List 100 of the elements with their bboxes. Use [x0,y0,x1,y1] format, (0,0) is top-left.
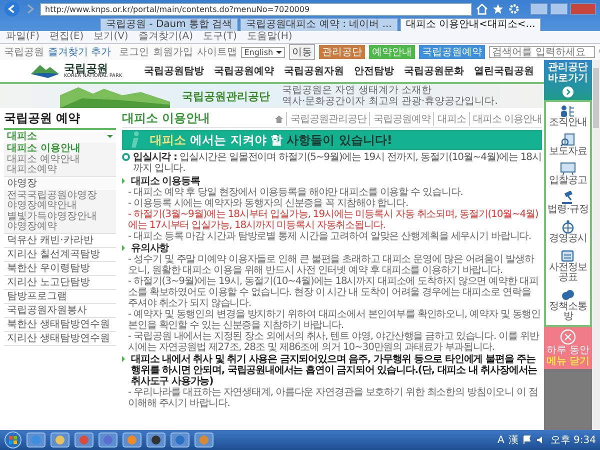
document-magnifier-icon[interactable] [560,133,576,147]
star-icon[interactable] [492,3,504,15]
shortcut-label[interactable]: 경영공시 [549,234,587,244]
people-icon[interactable] [560,104,576,118]
notice-text: 대피소 에서는 지켜야 할 사항들이 있습니다! [150,132,392,148]
sidebar-item[interactable]: 국립공원자원봉사 [4,304,116,318]
sidebar-item[interactable]: 탐방프로그램 [4,290,116,304]
page-title: 대피소 이용안내 [122,110,210,127]
shortcut-label[interactable]: 정책소통방 [546,302,590,322]
sidebar-item[interactable]: 북한산 우이령탐방 [4,262,116,276]
shortcut-label[interactable]: 입찰공고 [549,176,587,186]
quick-button[interactable]: 관리공단 [319,45,366,59]
nav-menu-item[interactable]: 국립공원자원 [284,64,344,78]
nav-menu-item[interactable]: 국립공원문화 [404,64,464,78]
taskbar-app-icon[interactable] [50,432,70,448]
logo-mountain-icon [30,63,60,79]
section-heading: 대피소 이용등록 [131,176,200,187]
browser-tab[interactable]: 대피소 이용안내<대피소<... [400,18,542,31]
favorite-text: 국립공원 [4,46,44,59]
submenu-item[interactable]: 야영장예약안내 [7,201,113,212]
shortcut-label[interactable]: 조직안내 [549,118,587,128]
taskbar-app-icon[interactable] [170,432,190,448]
submenu-item[interactable]: 전국국립공원야영장 [7,190,113,201]
binder-icon[interactable] [560,249,576,263]
guide-item: - 하절기(3~9월)에는 19시, 동절기(10~4월)에는 18시까지 대피소에 도착하지 않으면 예약한 대피소를 확보하였어도 이용할 수 없습니다. 현장 이 시간 내 도착이 어려울 경우에는 대피소로 연락을 주셔야 취소가 되지 않습니다. [127,276,540,309]
shortcut-label[interactable]: 보도자료 [549,147,587,157]
submenu-item[interactable]: 별빛가득야영장안내 [7,212,113,222]
sidebar-item[interactable]: 지리산 노고단탐방 [4,276,116,290]
taskbar-app-icon[interactable] [146,432,166,448]
breadcrumb-link[interactable]: 국립공원관리공단 [286,112,366,126]
shortcut-label[interactable]: 법령·규정 [548,205,588,215]
banner-text: 국립공원은 자연 생태계가 소재한 [282,85,433,96]
guide-item: - 대피소 예약 후 당일 현장에서 이용등록을 해야만 대피소를 이용할 수 있습니다. [127,187,464,198]
taskbar-app-icon[interactable] [98,432,118,448]
menu-item[interactable]: 보기(V) [94,31,128,43]
submenu-item[interactable]: 야영장예약 [7,222,113,232]
guide-item: - 이용등록 시에는 예약자와 동행자의 신분증을 꼭 지참해야 합니다. [127,198,410,209]
taskbar-app-icon[interactable] [26,432,46,448]
address-bar[interactable]: http://www.knps.or.kr/portal/main/contents.do?menuNo=7020009 [40,2,472,16]
taskbar-app-icon[interactable] [74,432,94,448]
browser-tab[interactable]: 국립공원대피소 예약 : 네이버 ... [240,18,398,31]
sidebar-item[interactable]: 지리산 생태탐방연수원 [4,332,116,346]
utility-link[interactable]: 회원가입 [153,45,194,59]
settings-icon[interactable] [508,3,520,15]
sidebar-item[interactable]: 대피소 [4,130,116,144]
submenu-item[interactable]: 대피소예약 [7,165,113,176]
ime-indicator[interactable]: 漢 [508,433,518,447]
add-favorite-link[interactable]: 즐겨찾기 추가 [48,45,112,59]
search-field[interactable]: 검색어를 입력하세요 [489,46,596,58]
utility-link[interactable]: 사이트맵 [197,45,238,59]
menu-item[interactable]: 파일(F) [6,31,40,43]
close-menu-label: 하루 동안 [546,345,590,356]
guide-item: - 대피소 등록 마감 시간과 탐방로별 통제 시간을 고려하여 알맞은 산행계획을 세우시기 바랍니다. [127,231,532,242]
guide-item: - 성수기 및 주말 미예약 이용자들로 인해 큰 불편을 초래하고 대피소 운영에 많은 어려움이 발생하오니, 원활한 대피소 이용을 위해 반드시 사전 인터넷 예약 후 대피소를 이용하기 바랍니다. [127,254,536,276]
nav-menu-item[interactable]: 국립공원탐방 [144,64,204,78]
nav-menu-item[interactable]: 열린국립공원 [474,64,534,78]
clock: 오후 9:34 [550,434,596,447]
nav-menu-item[interactable]: 국립공원예약 [214,64,274,78]
utility-link[interactable]: 로그인 [119,45,150,59]
section-heading: 유의사항 [131,243,169,254]
breadcrumb-link[interactable]: 국립공원예약 [369,112,430,126]
guide-item: - 하절기(3월~9월)에는 18시부터 입실가능, 19시에는 미등록시 자동 취소되며, 동절기(10월~4월)에는 17시부터 입실가능, 18시까지 미등록시 자동취소됩니다. [127,209,540,231]
arrow-circle-icon [562,86,574,98]
banner-text: 역사·문화공간이자 최고의 관광·휴양공간입니다. [282,96,498,107]
home-icon[interactable] [275,114,284,122]
menu-item[interactable]: 편집(E) [50,31,84,43]
scrollbar[interactable] [592,60,600,430]
sidebar-item[interactable]: 야영장 [4,176,116,190]
sidebar-item[interactable]: 북한산 생태탐방연수원 [4,318,116,332]
menu-item[interactable]: 도움말(H) [246,31,292,43]
guide-item: - 국립공원 내에서는 지정된 장소 외에서의 취사, 텐트 야영, 야간산행을 금하고 있습니다. 이를 위반시에는 자연공원법 제27조, 28조 및 제86조에 의거 10~30만원의 과태료가 부과됩니다. [127,331,540,353]
ime-indicator[interactable]: A [498,434,504,446]
language-select[interactable]: English [241,46,286,58]
nav-menu-item[interactable]: 안전탐방 [354,64,394,78]
globe-icon[interactable] [560,220,576,234]
browser-tab[interactable]: 국립공원 - Daum 통합 검색 [100,18,238,31]
menu-item[interactable]: 즐겨찾기(A) [138,31,193,43]
cloud-icon[interactable] [560,288,576,302]
bullet-icon [122,153,130,161]
taskbar-app-icon[interactable] [122,432,142,448]
close-icon[interactable] [560,329,576,345]
submenu-item[interactable]: 대피소 이용안내 [7,144,113,154]
flag-icon[interactable] [522,435,532,445]
shortcut-label[interactable]: 사전정보공표 [546,263,590,283]
breadcrumb-link[interactable]: 대피소 이용안내 [468,112,542,126]
presentation-board-icon[interactable] [560,162,576,176]
quick-button[interactable]: 국립공원예약 [419,45,486,59]
home-icon[interactable] [476,3,488,15]
go-button[interactable]: 이동 [289,44,316,60]
guide-item: - 예약자 및 동행인의 변경을 방지하기 위하여 대피소에서 본인여부를 확인하오니, 예약자 및 동행인 본인을 확인할 수 있는 신분증을 지참하기 바랍니다. [127,309,542,331]
start-button[interactable] [4,431,22,449]
sidebar-item[interactable]: 덕유산 캐빈·카라반 [4,234,116,248]
menu-item[interactable]: 도구(T) [203,31,237,43]
sidebar-item[interactable]: 지리산 칠선계곡탐방 [4,248,116,262]
submenu-item[interactable]: 대피소 예약안내 [7,154,113,165]
taskbar-app-icon[interactable] [194,432,214,448]
checkin-text: 입실시각 : 입실시간은 일몰전이며 하절기(5~9월)에는 19시 전까지, 동절기(10월~4월)에는 18시까지 입니다. [133,152,542,174]
shortcut-header[interactable]: 관리공단 바로가기 [544,60,592,100]
breadcrumb-link[interactable]: 대피소 [433,112,466,126]
back-icon[interactable] [4,1,20,17]
